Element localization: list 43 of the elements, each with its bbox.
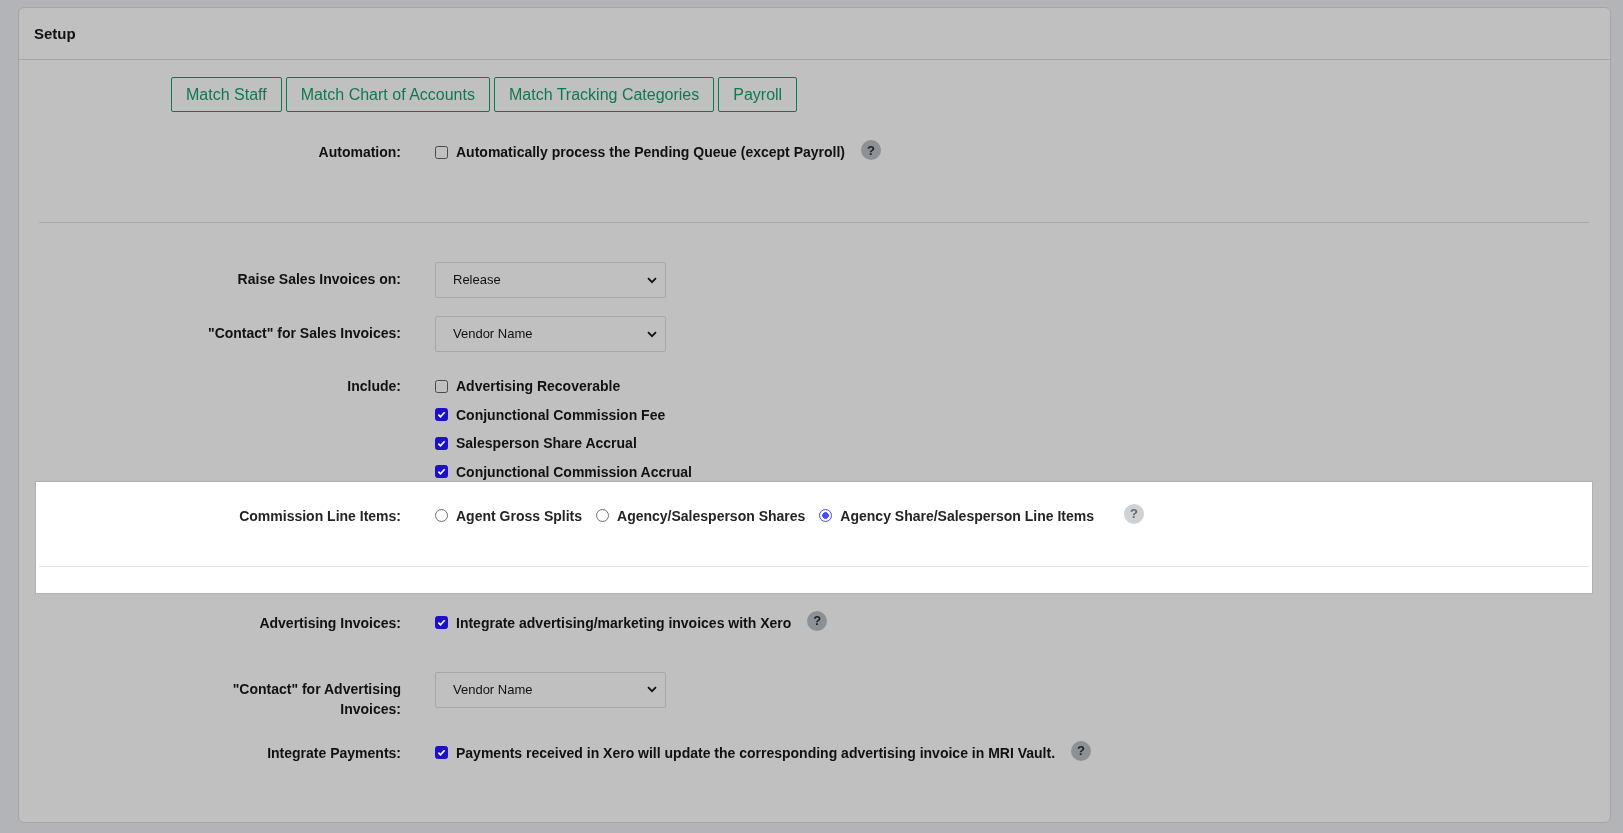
checkbox-label: Salesperson Share Accrual — [456, 434, 637, 453]
checkbox[interactable] — [435, 465, 448, 478]
checkbox-label: Conjunctional Commission Accrual — [456, 462, 692, 482]
radio-label: Agent Gross Splits — [456, 506, 583, 526]
radio-label: Agency/Salesperson Shares — [617, 506, 806, 526]
checkbox-label: Automatically process the Pending Queue (except Payroll) — [456, 143, 845, 162]
field-label: "Contact" for Advertising Invoices: — [231, 679, 401, 719]
checkbox-label: Conjunctional Commission Fee — [456, 405, 666, 425]
action-button[interactable]: Match Staff — [171, 77, 282, 112]
select-field[interactable]: Vendor Name — [435, 316, 666, 352]
field-label: Automation: — [318, 143, 401, 162]
checkbox-label: Advertising Recoverable — [456, 377, 621, 396]
select-field[interactable]: Vendor Name — [435, 671, 666, 708]
help-icon[interactable]: ? — [861, 140, 881, 160]
checkbox[interactable] — [435, 408, 448, 421]
checkbox[interactable] — [435, 746, 448, 759]
checkbox[interactable] — [435, 379, 448, 393]
help-icon[interactable]: ? — [1124, 503, 1144, 524]
chevron-down-icon — [647, 686, 657, 693]
radio-button[interactable] — [435, 509, 448, 522]
action-button[interactable]: Match Tracking Categories — [493, 77, 715, 112]
chevron-down-icon — [647, 330, 657, 338]
select-field[interactable]: Release — [435, 262, 666, 298]
radio-label: Agency Share/Salesperson Line Items — [840, 506, 1094, 526]
checkbox-label: Payments received in Xero will update the corresponding advertising invoice in MRI Vault. — [456, 743, 1056, 763]
help-icon[interactable]: ? — [807, 610, 828, 631]
field-label: "Contact" for Sales Invoices: — [208, 324, 401, 343]
action-button[interactable]: Payroll — [718, 77, 798, 112]
field-label: Include: — [347, 377, 401, 396]
chevron-down-icon — [647, 276, 657, 284]
field-label: Commission Line Items: — [239, 506, 401, 526]
checkbox[interactable] — [435, 436, 448, 450]
panel-title: Setup — [34, 25, 76, 42]
field-label: Raise Sales Invoices on: — [237, 270, 401, 289]
action-button[interactable]: Match Chart of Accounts — [285, 77, 490, 112]
field-label: Advertising Invoices: — [259, 613, 401, 633]
checkbox[interactable] — [435, 145, 448, 159]
field-label: Integrate Payments: — [267, 743, 401, 763]
checkbox-label: Integrate advertising/marketing invoices with Xero — [456, 613, 792, 633]
help-icon[interactable]: ? — [1071, 740, 1092, 761]
radio-button[interactable] — [819, 509, 833, 522]
radio-button[interactable] — [596, 509, 610, 522]
checkbox[interactable] — [435, 616, 448, 629]
